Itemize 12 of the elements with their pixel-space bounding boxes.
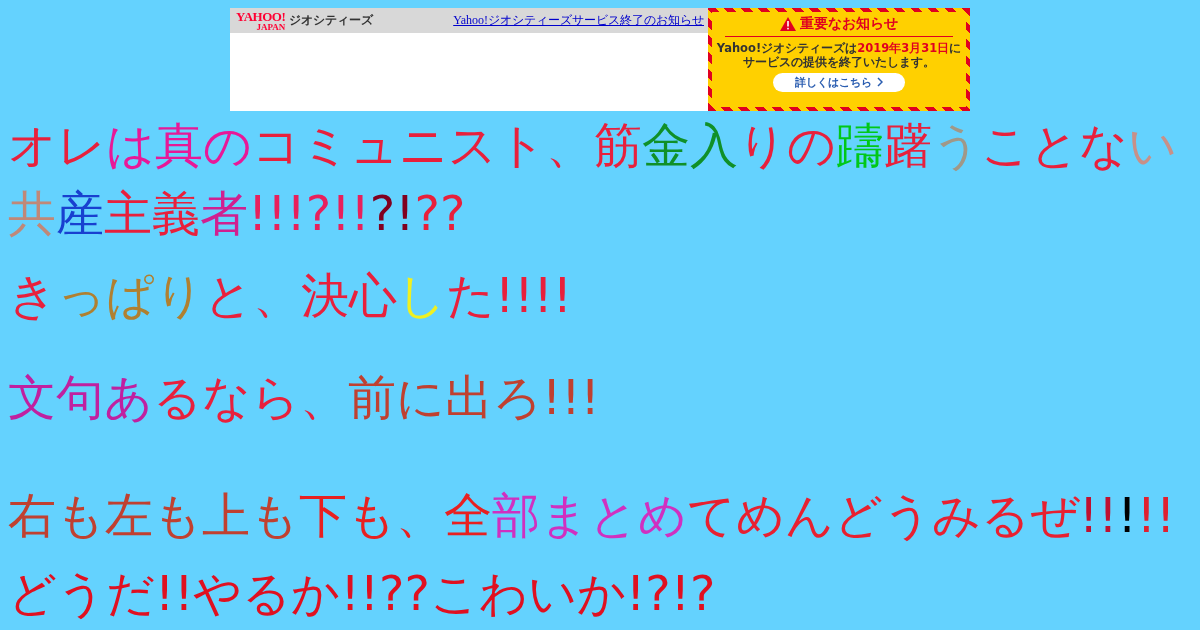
message-line: どうだ!!やるか!!??こわいか!?!? [8,564,717,623]
service-name: ジオシティーズ [289,12,374,29]
chevron-icon [877,77,883,88]
message-line: 文句あ るなら、前に出ろ!!! [8,368,601,427]
message-line: オレは真の コミュニスト、筋金入 りの躊躇う ことない 共産主義者!!!?!!?!?? [8,116,1178,243]
notice-message: Yahoo!ジオシティーズは2019年3月31日 にサービスの提供を終了いたします。 [715,41,963,70]
message-line: 右も左も上も下も、全部まとめてめんどうみるぜ!!!!! [8,486,1177,545]
notice-link[interactable]: Yahoo!ジオシティーズサービス終了のお知らせ [453,12,704,29]
notice-title: 重要なお知らせ [800,15,898,33]
warning-icon [780,17,796,31]
message-line: き っぱり と、決心 し た!!!! [8,266,573,325]
details-button[interactable]: 詳しくはこちら [773,72,905,92]
